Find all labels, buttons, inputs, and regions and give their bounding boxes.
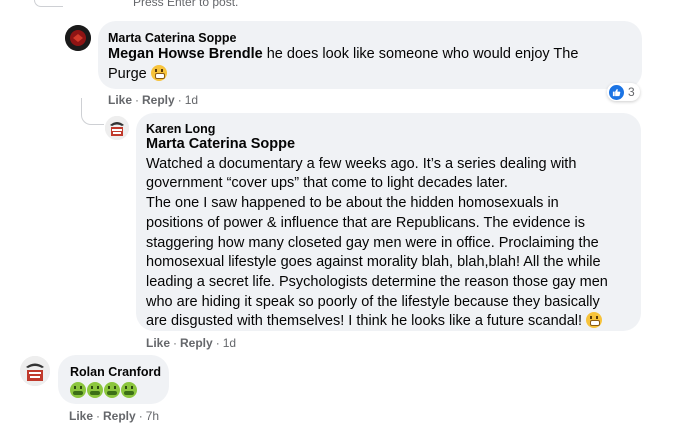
- post-hint: Press Enter to post.: [133, 0, 239, 9]
- comment-timestamp[interactable]: 7h: [146, 409, 159, 423]
- comment-timestamp[interactable]: 1d: [223, 336, 236, 350]
- comment-text-line-2: Purge: [108, 65, 151, 82]
- comment-text-line: who are hiding it speak so poorly of the…: [146, 293, 600, 310]
- comment-text-line: Watched a documentary a few weeks ago. I…: [146, 155, 577, 172]
- comment-bubble-marta: Marta Caterina Soppe Megan Howse Brendle…: [98, 21, 642, 89]
- nauseated-face-icon: [104, 382, 120, 398]
- nauseated-face-icon: [70, 382, 86, 398]
- comment-text: Marta Caterina Soppe Watched a documenta…: [146, 135, 638, 332]
- avatar-rolan-cranford[interactable]: [20, 356, 50, 386]
- comment-actions: Like · Reply · 1d: [146, 336, 237, 350]
- grimacing-face-icon: [150, 64, 167, 81]
- comment-text-line: government “cover ups” that come to ligh…: [146, 175, 508, 192]
- like-button[interactable]: Like: [69, 409, 93, 423]
- nauseated-face-icon: [121, 382, 137, 398]
- comment-text-line: homosexual lifestyle goes against morali…: [146, 254, 601, 271]
- comment-emoji-row: [70, 382, 138, 400]
- comment-text-line-1: he does look like someone who would enjo…: [262, 46, 579, 62]
- comment-text-line: The one I saw happened to be about the h…: [146, 195, 559, 212]
- nauseated-face-icon: [87, 382, 103, 398]
- comment-author[interactable]: Marta Caterina Soppe: [108, 31, 237, 45]
- grimacing-face-icon: [586, 312, 603, 329]
- reply-button[interactable]: Reply: [103, 409, 136, 423]
- reaction-count: 3: [628, 85, 635, 99]
- like-icon: [609, 84, 624, 100]
- comment-actions: Like · Reply · 1d: [108, 93, 199, 107]
- avatar-karen-long[interactable]: [105, 116, 129, 140]
- profile-photo-icon: [105, 116, 129, 140]
- thread-line-top: [34, 0, 63, 7]
- comment-text-line: staggering how many closeted gay men wer…: [146, 234, 599, 251]
- comment-author[interactable]: Rolan Cranford: [70, 365, 161, 379]
- comment-actions: Like · Reply · 7h: [69, 409, 160, 423]
- comment-text: Megan Howse Brendle he does look like so…: [108, 45, 638, 84]
- mention-link[interactable]: Megan Howse Brendle: [108, 46, 263, 62]
- mention-link[interactable]: Marta Caterina Soppe: [146, 135, 638, 155]
- reply-button[interactable]: Reply: [142, 93, 175, 107]
- like-button[interactable]: Like: [146, 336, 170, 350]
- comment-bubble-karen: Karen Long Marta Caterina Soppe Watched …: [136, 113, 641, 331]
- comment-bubble-rolan: Rolan Cranford: [58, 355, 169, 404]
- comment-text-line: are disgusted with themselves! I think h…: [146, 313, 587, 330]
- avatar-marta-caterina-soppe[interactable]: [65, 25, 91, 51]
- thread-line-reply: [81, 98, 104, 125]
- comment-text-line: positions of power & influence that are …: [146, 214, 586, 231]
- reaction-count-badge[interactable]: 3: [607, 83, 640, 101]
- profile-photo-icon: [65, 25, 91, 51]
- comment-text-line: leading a secret life. Psychologists det…: [146, 273, 608, 290]
- reply-button[interactable]: Reply: [180, 336, 213, 350]
- comment-timestamp[interactable]: 1d: [185, 93, 198, 107]
- comment-author[interactable]: Karen Long: [146, 122, 215, 136]
- like-button[interactable]: Like: [108, 93, 132, 107]
- profile-photo-icon: [20, 356, 50, 386]
